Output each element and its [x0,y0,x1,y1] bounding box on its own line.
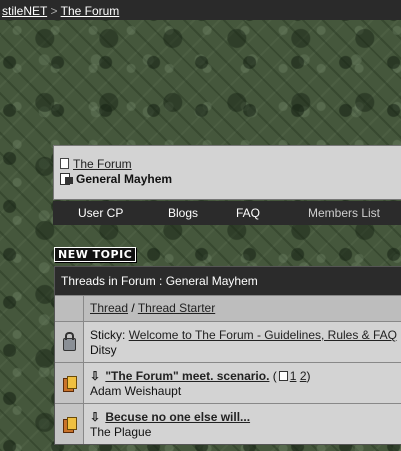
threads-table-title: Threads in Forum : General Mayhem [55,267,401,295]
nav-faq[interactable]: FAQ [236,206,260,220]
sticky-label: Sticky: [90,328,126,342]
threads-table: Threads in Forum : General Mayhem Thread… [54,266,401,445]
arrow-down-icon: ⇩ [90,410,101,424]
pages-open-paren: ( [272,369,277,383]
main-navbar: User CP Blogs FAQ Members List [53,201,401,225]
site-link[interactable]: stileNET [2,4,47,18]
multipage-icon [278,371,288,381]
folder-page-icon [60,172,73,185]
table-row: ⇩ "The Forum" meet. scenario. (1 2) Adam… [55,362,401,403]
page-icon [60,158,69,169]
pages-close-paren: ) [306,369,311,383]
hot-thread-icon [62,375,77,392]
navigation-breadcrumb: The Forum General Mayhem [53,145,401,200]
thread-starter: Ditsy [90,343,117,357]
sort-starter-link[interactable]: Thread Starter [138,301,215,315]
page-title: General Mayhem [76,171,173,186]
thread-starter: The Plague [90,425,152,439]
page-2-link[interactable]: 2 [300,369,307,383]
nav-usercp[interactable]: User CP [78,206,123,220]
breadcrumb-separator: > [50,4,58,18]
nav-blogs[interactable]: Blogs [168,206,198,220]
header-icon-cell [55,296,84,321]
forum-link[interactable]: The Forum [61,4,120,18]
threads-table-header: Thread / Thread Starter [55,295,401,321]
new-topic-button[interactable]: NEW TOPIC [54,247,137,262]
table-row: Sticky: Welcome to The Forum - Guideline… [55,321,401,362]
nav-members-list[interactable]: Members List [308,206,380,220]
top-breadcrumb-bar: stileNET > The Forum [0,0,401,20]
page-1-link[interactable]: 1 [290,369,297,383]
thread-title-link[interactable]: Becuse no one else will... [105,410,250,424]
breadcrumb-parent-link[interactable]: The Forum [73,157,132,171]
thread-title-link[interactable]: "The Forum" meet. scenario. [105,369,269,383]
lock-icon [62,331,76,351]
table-row: ⇩ Becuse no one else will... The Plague [55,403,401,444]
hot-thread-icon [62,416,77,433]
sort-thread-link[interactable]: Thread [90,301,128,315]
thread-title-link[interactable]: Welcome to The Forum - Guidelines, Rules… [129,328,397,342]
arrow-down-icon: ⇩ [90,369,101,383]
thread-starter: Adam Weishaupt [90,384,182,398]
header-slash: / [128,301,138,315]
